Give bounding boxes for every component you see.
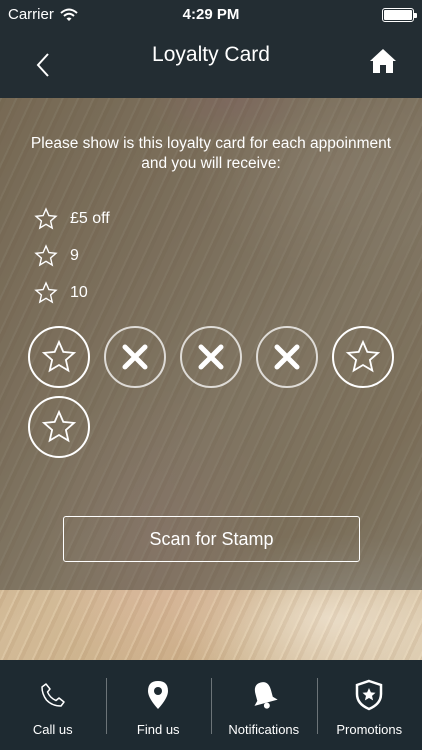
tab-find-us[interactable]: Find us <box>105 660 212 750</box>
reward-label: 9 <box>70 246 79 264</box>
shield-star-icon <box>352 678 386 712</box>
tab-bar: Call us Find us Notifications Promotions <box>0 660 422 750</box>
stamp-collected <box>180 326 242 388</box>
star-outline-icon <box>41 339 77 373</box>
tab-label: Promotions <box>336 722 403 737</box>
x-mark-icon <box>198 344 224 370</box>
x-mark-icon <box>122 344 148 370</box>
phone-icon <box>36 678 70 712</box>
battery-icon <box>382 8 417 22</box>
scan-for-stamp-button[interactable]: Scan for Stamp <box>63 516 360 562</box>
stamp-empty <box>28 396 90 458</box>
tab-label: Notifications <box>228 722 300 737</box>
stamp-collected <box>104 326 166 388</box>
hero-background: Please show is this loyalty card for eac… <box>0 98 422 660</box>
map-pin-icon <box>141 678 175 712</box>
rewards-list: £5 off 9 10 <box>34 200 110 311</box>
x-mark-icon <box>274 344 300 370</box>
reward-item: 10 <box>34 274 110 311</box>
reward-label: £5 off <box>70 209 110 227</box>
home-icon <box>370 49 396 73</box>
star-outline-icon <box>41 409 77 443</box>
tab-promotions[interactable]: Promotions <box>316 660 422 750</box>
tab-call-us[interactable]: Call us <box>0 660 106 750</box>
home-button[interactable] <box>368 46 398 76</box>
stamp-empty <box>332 326 394 388</box>
stamp-empty <box>28 326 90 388</box>
tab-notifications[interactable]: Notifications <box>211 660 317 750</box>
reward-item: 9 <box>34 237 110 274</box>
star-outline-icon <box>34 206 58 229</box>
nav-bar: Loyalty Card <box>0 30 422 98</box>
status-time: 4:29 PM <box>182 6 240 23</box>
stamp-collected <box>256 326 318 388</box>
bell-icon <box>247 678 281 712</box>
content-overlay: Please show is this loyalty card for eac… <box>0 98 422 590</box>
star-outline-icon <box>34 243 58 266</box>
reward-item: £5 off <box>34 200 110 237</box>
page-title: Loyalty Card <box>152 43 270 66</box>
tab-label: Find us <box>136 722 180 737</box>
app-header: Carrier 4:29 PM Loyalty Card <box>0 0 422 98</box>
star-outline-icon <box>345 339 381 373</box>
tab-label: Call us <box>32 722 73 737</box>
loyalty-intro: Please show is this loyalty card for eac… <box>30 135 392 172</box>
status-bar: Carrier 4:29 PM <box>0 0 422 30</box>
star-outline-icon <box>34 280 58 303</box>
reward-label: 10 <box>70 283 88 301</box>
